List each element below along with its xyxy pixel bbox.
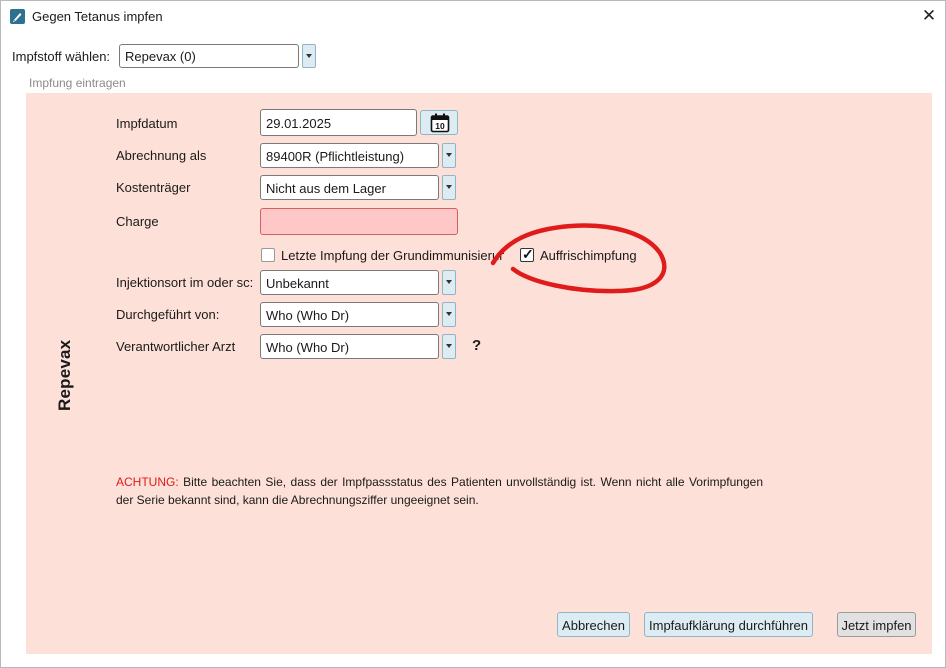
site-select[interactable]: Unbekannt <box>260 270 457 295</box>
help-icon[interactable]: ? <box>472 337 481 354</box>
cancel-button[interactable]: Abbrechen <box>557 612 630 637</box>
warning-body: Bitte beachten Sie, dass der Impfpasssta… <box>116 475 763 507</box>
chevron-down-icon[interactable] <box>442 302 456 327</box>
booster-checkbox[interactable] <box>520 246 534 263</box>
chevron-down-icon[interactable] <box>442 143 456 168</box>
payer-label: Kostenträger <box>116 180 191 195</box>
vaccine-side-label: Repevax <box>55 339 74 411</box>
date-label: Impfdatum <box>116 116 178 131</box>
chevron-down-icon[interactable] <box>302 44 316 68</box>
billing-select-value: 89400R (Pflichtleistung) <box>260 143 439 168</box>
close-button[interactable]: ✕ <box>916 4 942 28</box>
payer-select-value: Nicht aus dem Lager <box>260 175 439 200</box>
chevron-down-icon[interactable] <box>442 175 456 200</box>
calendar-icon: 10 <box>430 113 450 133</box>
window-title: Gegen Tetanus impfen <box>32 9 163 24</box>
vaccination-panel <box>26 93 932 654</box>
chevron-down-icon[interactable] <box>442 270 456 295</box>
vaccine-select-value: Repevax (0) <box>119 44 299 68</box>
app-icon <box>10 9 25 24</box>
doctor-select[interactable]: Who (Who Dr) <box>260 334 457 359</box>
performed-by-select-value: Who (Who Dr) <box>260 302 439 327</box>
title-bar: Gegen Tetanus impfen ✕ <box>1 1 945 32</box>
warning-heading: ACHTUNG: <box>116 475 179 489</box>
svg-text:10: 10 <box>435 121 445 131</box>
vaccine-select-label: Impfstoff wählen: <box>12 49 111 64</box>
calendar-button[interactable]: 10 <box>420 110 458 135</box>
vaccinate-now-button[interactable]: Jetzt impfen <box>837 612 916 637</box>
payer-select[interactable]: Nicht aus dem Lager <box>260 175 457 200</box>
date-input[interactable]: 29.01.2025 <box>260 109 417 136</box>
close-icon: ✕ <box>921 6 937 25</box>
vaccine-select[interactable]: Repevax (0) <box>119 44 317 68</box>
billing-select[interactable]: 89400R (Pflichtleistung) <box>260 143 457 168</box>
performed-by-select[interactable]: Who (Who Dr) <box>260 302 457 327</box>
group-caption: Impfung eintragen <box>29 76 126 90</box>
booster-checkbox-label: Auffrischimpfung <box>540 248 637 263</box>
performed-by-label: Durchgeführt von: <box>116 307 220 322</box>
dialog-window: Gegen Tetanus impfen ✕ Impfstoff wählen:… <box>0 0 946 668</box>
warning-text: ACHTUNG: Bitte beachten Sie, dass der Im… <box>116 474 763 509</box>
billing-label: Abrechnung als <box>116 148 207 163</box>
vaccination-education-button[interactable]: Impfaufklärung durchführen <box>644 612 813 637</box>
charge-input[interactable] <box>260 208 458 235</box>
last-basic-checkbox-label: Letzte Impfung der Grundimmunisierung <box>281 248 504 263</box>
charge-label: Charge <box>116 214 159 229</box>
site-select-value: Unbekannt <box>260 270 439 295</box>
chevron-down-icon[interactable] <box>442 334 456 359</box>
last-basic-checkbox[interactable] <box>261 248 275 262</box>
doctor-select-value: Who (Who Dr) <box>260 334 439 359</box>
doctor-label: Verantwortlicher Arzt <box>116 339 236 354</box>
site-label: Injektionsort im oder sc: <box>116 275 254 290</box>
